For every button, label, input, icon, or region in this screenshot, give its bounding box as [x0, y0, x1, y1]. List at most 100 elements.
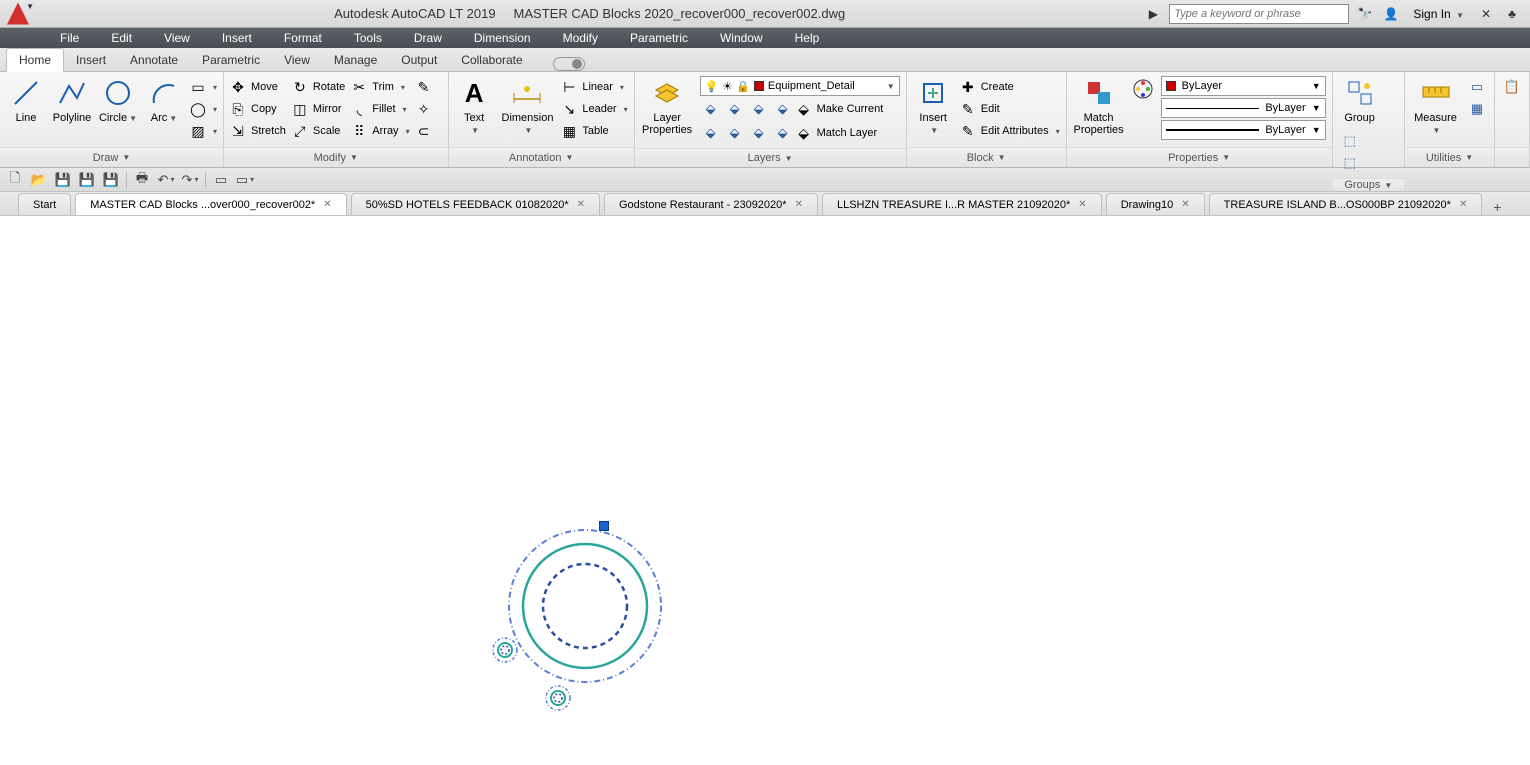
- ribbon-tab-home[interactable]: Home: [6, 48, 64, 72]
- make-current-button[interactable]: ⬙Make Current: [796, 98, 884, 120]
- ellipse-button[interactable]: ◯▾: [190, 98, 217, 120]
- doc-tab[interactable]: 50%SD HOTELS FEEDBACK 01082020*✕: [351, 193, 600, 215]
- mirror-button[interactable]: ◫Mirror: [292, 98, 345, 120]
- close-icon[interactable]: ✕: [1459, 199, 1467, 210]
- open-icon[interactable]: 📂: [30, 171, 48, 189]
- ribbon-toggle-pill[interactable]: [553, 57, 585, 71]
- match-properties-button[interactable]: Match Properties: [1073, 76, 1125, 136]
- selection-grip[interactable]: [599, 521, 609, 531]
- create-block-button[interactable]: ✚Create: [960, 76, 1060, 98]
- text-button[interactable]: AText▼: [455, 76, 494, 136]
- layer-tool-icon[interactable]: ⬙: [724, 98, 746, 120]
- infocenter-search-input[interactable]: [1169, 4, 1349, 24]
- line-button[interactable]: Line: [6, 76, 46, 124]
- layer-tool-icon[interactable]: ⬙: [772, 98, 794, 120]
- panel-draw-title[interactable]: Draw▼: [0, 147, 223, 167]
- leader-button[interactable]: ↘Leader▾: [561, 98, 627, 120]
- ungroup-button[interactable]: ⬚: [1339, 130, 1361, 152]
- ribbon-tab-output[interactable]: Output: [389, 49, 449, 71]
- exchange-icon[interactable]: ✕: [1476, 4, 1496, 24]
- match-layer-button[interactable]: ⬙Match Layer: [796, 122, 878, 144]
- panel-block-title[interactable]: Block▼: [907, 147, 1066, 167]
- close-icon[interactable]: ✕: [795, 199, 803, 210]
- scale-button[interactable]: ⤢Scale: [292, 120, 345, 142]
- insert-block-button[interactable]: Insert▼: [913, 76, 954, 136]
- panel-layers-title[interactable]: Layers▼: [635, 148, 906, 167]
- edit-block-button[interactable]: ✎Edit: [960, 98, 1060, 120]
- layer-tool-icon[interactable]: ⬙: [772, 122, 794, 144]
- new-tab-button[interactable]: +: [1486, 199, 1508, 215]
- offset-button[interactable]: ⊂: [416, 120, 432, 142]
- quickcalc-button[interactable]: ▦: [1466, 98, 1488, 120]
- menu-edit[interactable]: Edit: [95, 31, 148, 45]
- ribbon-tab-annotate[interactable]: Annotate: [118, 49, 190, 71]
- layer-properties-button[interactable]: Layer Properties: [641, 76, 694, 136]
- doc-tab-start[interactable]: Start: [18, 193, 71, 215]
- rotate-button[interactable]: ↻Rotate: [292, 76, 345, 98]
- trim-button[interactable]: ✂Trim▾: [351, 76, 409, 98]
- stretch-button[interactable]: ⇲Stretch: [230, 120, 286, 142]
- move-button[interactable]: ✥Move: [230, 76, 286, 98]
- help-icon[interactable]: ♣: [1502, 4, 1522, 24]
- menu-dimension[interactable]: Dimension: [458, 31, 547, 45]
- doc-tab[interactable]: MASTER CAD Blocks ...over000_recover002*…: [75, 193, 346, 215]
- panel-annotation-title[interactable]: Annotation▼: [449, 147, 634, 167]
- saveas-icon[interactable]: 💾: [78, 171, 96, 189]
- layer-tool-icon[interactable]: ⬙: [748, 98, 770, 120]
- undo-icon[interactable]: ↶▾: [157, 171, 175, 189]
- clipboard-button[interactable]: 📋: [1501, 76, 1523, 98]
- layout2-icon[interactable]: ▭▾: [236, 171, 254, 189]
- erase-button[interactable]: ✎: [416, 76, 432, 98]
- close-icon[interactable]: ✕: [577, 199, 585, 210]
- app-menu-button[interactable]: ▼: [0, 0, 36, 28]
- panel-modify-title[interactable]: Modify▼: [224, 147, 448, 167]
- fillet-button[interactable]: ◟Fillet▾: [351, 98, 409, 120]
- menu-draw[interactable]: Draw: [398, 31, 458, 45]
- doc-tab[interactable]: TREASURE ISLAND B...OS000BP 21092020*✕: [1209, 193, 1483, 215]
- group-button[interactable]: Group: [1339, 76, 1381, 124]
- color-dropdown[interactable]: ByLayer▼: [1161, 76, 1326, 96]
- menu-view[interactable]: View: [148, 31, 206, 45]
- color-wheel-icon[interactable]: [1131, 76, 1155, 142]
- menu-insert[interactable]: Insert: [206, 31, 268, 45]
- linetype-dropdown[interactable]: ByLayer▼: [1161, 98, 1326, 118]
- menu-modify[interactable]: Modify: [547, 31, 614, 45]
- polyline-button[interactable]: Polyline: [52, 76, 92, 124]
- doc-tab[interactable]: LLSHZN TREASURE I...R MASTER 21092020*✕: [822, 193, 1102, 215]
- copy-button[interactable]: ⎘Copy: [230, 98, 286, 120]
- panel-properties-title[interactable]: Properties▼: [1067, 147, 1332, 167]
- menu-parametric[interactable]: Parametric: [614, 31, 704, 45]
- array-button[interactable]: ⠿Array▾: [351, 120, 409, 142]
- saveall-icon[interactable]: 💾: [102, 171, 120, 189]
- ribbon-tab-manage[interactable]: Manage: [322, 49, 389, 71]
- table-button[interactable]: ▦Table: [561, 120, 627, 142]
- panel-utilities-title[interactable]: Utilities▼: [1405, 147, 1494, 167]
- sign-in-button[interactable]: Sign In ▼: [1407, 7, 1470, 21]
- close-icon[interactable]: ✕: [323, 199, 331, 210]
- linear-button[interactable]: ⊢Linear▾: [561, 76, 627, 98]
- layer-dropdown[interactable]: 💡 ☀ 🔒 Equipment_Detail ▼: [700, 76, 900, 96]
- close-icon[interactable]: ✕: [1181, 199, 1189, 210]
- doc-tab[interactable]: Drawing10✕: [1106, 193, 1205, 215]
- ribbon-tab-view[interactable]: View: [272, 49, 322, 71]
- model-space-canvas[interactable]: [0, 216, 1530, 765]
- dimension-button[interactable]: Dimension▼: [500, 76, 556, 136]
- save-icon[interactable]: 💾: [54, 171, 72, 189]
- layout-icon[interactable]: ▭: [212, 171, 230, 189]
- explode-button[interactable]: ✧: [416, 98, 432, 120]
- measure-button[interactable]: Measure▼: [1411, 76, 1460, 136]
- ribbon-tab-collaborate[interactable]: Collaborate: [449, 49, 534, 71]
- circle-button[interactable]: Circle▼: [98, 76, 138, 124]
- menu-help[interactable]: Help: [779, 31, 836, 45]
- edit-attributes-button[interactable]: ✎Edit Attributes▾: [960, 120, 1060, 142]
- redo-icon[interactable]: ↷▾: [181, 171, 199, 189]
- layer-tool-icon[interactable]: ⬙: [748, 122, 770, 144]
- new-icon[interactable]: 🗋: [6, 171, 24, 189]
- hatch-button[interactable]: ▨▾: [190, 120, 217, 142]
- ribbon-tab-insert[interactable]: Insert: [64, 49, 118, 71]
- arc-button[interactable]: Arc▼: [144, 76, 184, 124]
- panel-groups-title[interactable]: Groups▼: [1333, 178, 1404, 191]
- doc-tab[interactable]: Godstone Restaurant - 23092020*✕: [604, 193, 818, 215]
- rectangle-button[interactable]: ▭▾: [190, 76, 217, 98]
- layer-tool-icon[interactable]: ⬙: [724, 122, 746, 144]
